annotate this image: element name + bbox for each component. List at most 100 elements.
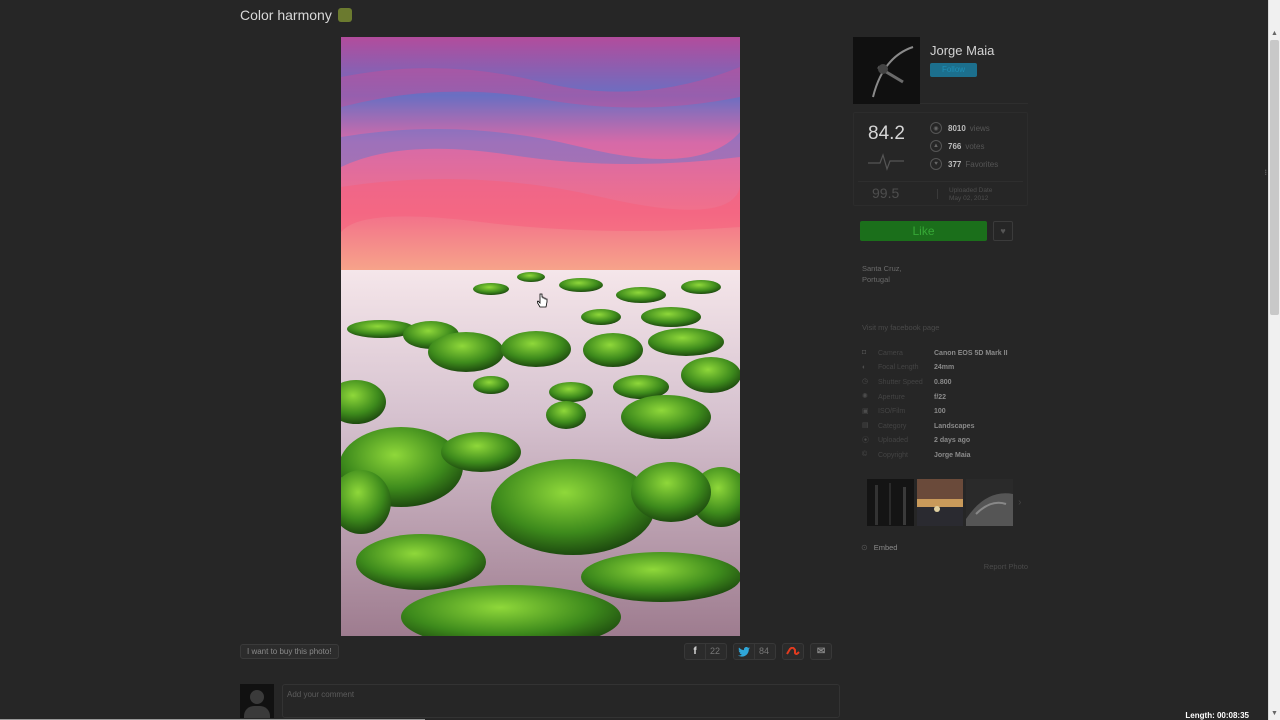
- detail-label: Uploaded: [878, 437, 908, 445]
- detail-label: Aperture: [878, 393, 905, 401]
- related-photo-thumb[interactable]: [966, 478, 1014, 526]
- detail-aperture: ✺ Aperture f/22: [862, 390, 1028, 405]
- pulse-score: 84.2: [868, 123, 905, 144]
- pulse-icon: [868, 153, 904, 171]
- detail-value: 100: [934, 408, 946, 416]
- favorites-stat: ♥ 377 Favorites: [930, 155, 998, 173]
- editor-badge-icon: [337, 8, 352, 22]
- detail-iso: ▣ ISO/Film 100: [862, 404, 1028, 419]
- video-length: Length: 00:08:35: [1185, 711, 1249, 720]
- lens-icon: ◐: [862, 363, 867, 371]
- photo-title: Color harmony: [240, 7, 352, 23]
- resize-handle-icon: ⁝: [1264, 168, 1267, 177]
- email-share-button[interactable]: ✉: [810, 643, 833, 660]
- detail-focal-length: ◐ Focal Length 24mm: [862, 361, 1028, 376]
- heart-icon: ♥: [930, 158, 942, 170]
- embed-icon: ⊙: [861, 542, 868, 552]
- uploaded-date-block: Uploaded Date May 02, 2012: [936, 187, 993, 203]
- photo-title-text: Color harmony: [240, 7, 332, 23]
- related-photo-thumb[interactable]: [867, 478, 914, 526]
- uploaded-date-label: Uploaded Date: [949, 187, 993, 194]
- views-count: 8010: [948, 123, 966, 133]
- favorites-count: 377: [948, 159, 962, 169]
- detail-value[interactable]: Canon EOS 5D Mark II: [934, 350, 1008, 357]
- facebook-page-link[interactable]: Visit my facebook page: [862, 323, 1028, 332]
- highest-pulse: 99.5: [872, 185, 900, 201]
- twitter-share-count: 84: [754, 644, 775, 659]
- stats-divider: [858, 181, 1023, 182]
- category-icon: ▤: [862, 422, 869, 430]
- like-button[interactable]: Like: [860, 221, 987, 241]
- related-photos: ›: [867, 478, 1028, 526]
- scrollbar-thumb[interactable]: [1270, 40, 1279, 315]
- page: Color harmony I want to buy this photo! …: [0, 0, 1280, 720]
- twitter-icon: [734, 644, 754, 659]
- detail-uploaded: ⦿ Uploaded 2 days ago: [862, 434, 1028, 449]
- eye-icon: ◉: [930, 122, 942, 134]
- favorites-label: Favorites: [965, 159, 999, 169]
- location-line-2: Portugal: [862, 275, 890, 284]
- related-photo-thumb[interactable]: [916, 478, 964, 526]
- scroll-up-arrow-icon[interactable]: ▲: [1269, 28, 1280, 40]
- detail-value: 2 days ago: [934, 437, 971, 445]
- detail-label: Copyright: [878, 451, 908, 459]
- detail-label: Shutter Speed: [878, 378, 923, 386]
- photo-location: Santa Cruz, Portugal: [862, 263, 1028, 285]
- stumbleupon-share-button[interactable]: [782, 643, 805, 660]
- stumbleupon-icon: [783, 644, 803, 659]
- detail-label: ISO/Film: [878, 408, 906, 416]
- detail-camera: ◘ Camera Canon EOS 5D Mark II: [862, 346, 1028, 361]
- copyright-icon: ©: [862, 451, 868, 459]
- stat-list: ◉ 8010 views ▲ 766 votes ♥ 377 Favorites: [930, 119, 998, 173]
- detail-value[interactable]: Landscapes: [934, 423, 974, 430]
- uploaded-date-value: May 02, 2012: [949, 195, 989, 202]
- comment-row: Add your comment: [240, 684, 840, 720]
- facebook-icon: f: [693, 646, 697, 657]
- location-line-1: Santa Cruz,: [862, 264, 902, 273]
- detail-value: 24mm: [934, 364, 955, 372]
- twitter-share-button[interactable]: 84: [733, 643, 777, 660]
- author-box: Jorge Maia Follow: [853, 37, 1028, 104]
- mail-icon: ✉: [816, 646, 826, 657]
- facebook-share-button[interactable]: f 22: [684, 643, 728, 660]
- aperture-icon: ✺: [862, 393, 868, 401]
- clock-icon: ⦿: [862, 436, 869, 444]
- votes-stat: ▲ 766 votes: [930, 137, 998, 155]
- author-name[interactable]: Jorge Maia: [930, 43, 994, 58]
- views-label: views: [969, 123, 990, 133]
- photo-image: [341, 37, 740, 636]
- author-info: Jorge Maia Follow: [920, 37, 994, 103]
- exif-details: ◘ Camera Canon EOS 5D Mark II ◐ Focal Le…: [862, 346, 1028, 463]
- votes-count: 766: [948, 141, 962, 151]
- photo-sidebar: Jorge Maia Follow 84.2 ◉ 8010 views ▲ 76…: [853, 37, 1028, 571]
- detail-shutter-speed: ◷ Shutter Speed 0.800: [862, 375, 1028, 390]
- share-bar: f 22 84 ✉: [684, 643, 833, 660]
- detail-label: Camera: [878, 349, 903, 357]
- detail-label: Category: [878, 422, 907, 430]
- favorite-button[interactable]: ♥: [993, 221, 1013, 241]
- votes-label: votes: [965, 141, 985, 151]
- shutter-icon: ◷: [862, 378, 869, 386]
- camera-icon: ◘: [862, 349, 867, 357]
- follow-button[interactable]: Follow: [930, 63, 977, 77]
- embed-button[interactable]: ⊙ Embed: [861, 543, 1028, 552]
- facebook-share-count: 22: [705, 644, 726, 659]
- heart-icon: ♥: [1000, 226, 1006, 236]
- main-photo[interactable]: [341, 37, 740, 636]
- page-scrollbar[interactable]: ▲ ▼: [1268, 0, 1280, 720]
- comment-input[interactable]: Add your comment: [282, 684, 840, 718]
- chevron-right-icon[interactable]: ›: [1018, 497, 1028, 508]
- report-photo-link[interactable]: Report Photo: [853, 562, 1028, 571]
- hand-cursor-icon: [537, 293, 548, 308]
- iso-icon: ▣: [862, 407, 869, 415]
- current-user-avatar: [240, 684, 274, 718]
- vote-icon: ▲: [930, 140, 942, 152]
- buy-photo-button[interactable]: I want to buy this photo!: [240, 644, 339, 659]
- detail-label: Focal Length: [878, 364, 919, 372]
- embed-label: Embed: [873, 542, 898, 552]
- author-avatar[interactable]: [853, 37, 920, 104]
- scroll-down-arrow-icon[interactable]: ▼: [1269, 708, 1280, 720]
- stats-box: 84.2 ◉ 8010 views ▲ 766 votes ♥ 377 Favo…: [853, 112, 1028, 206]
- detail-copyright: © Copyright Jorge Maia: [862, 448, 1028, 463]
- detail-value: Jorge Maia: [934, 451, 971, 459]
